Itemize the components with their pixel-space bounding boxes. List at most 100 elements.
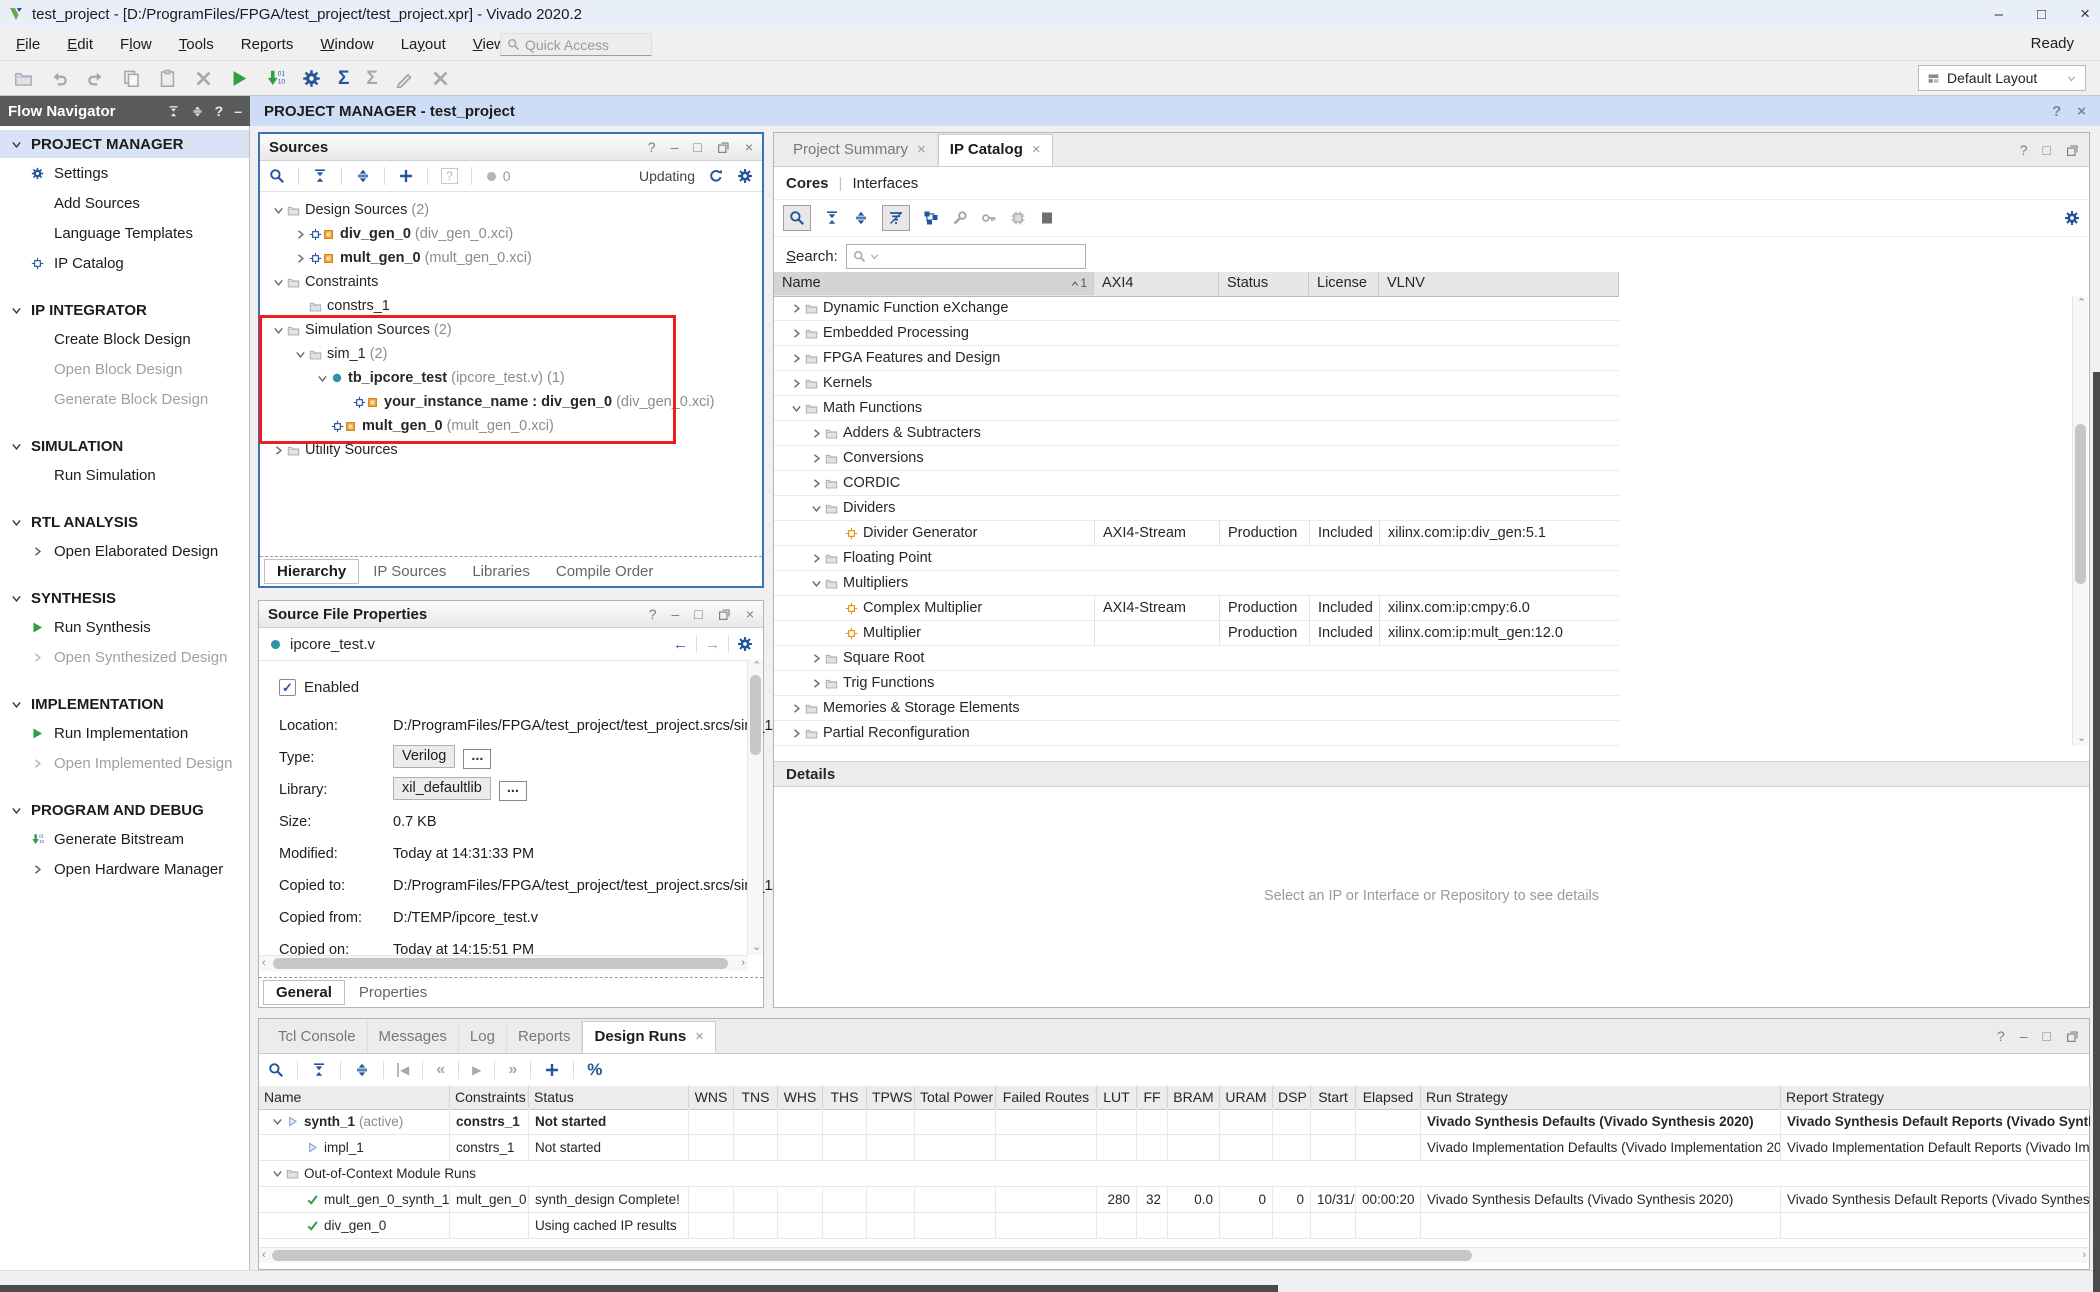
group-by-category-icon[interactable]	[882, 205, 910, 231]
tree-item-sim-1[interactable]: sim_1 (2)	[260, 342, 762, 366]
tab-reports[interactable]: Reports	[507, 1021, 583, 1053]
column-header-wns[interactable]: WNS	[689, 1086, 734, 1108]
column-header-name[interactable]: Name	[259, 1086, 450, 1108]
tab-design-runs[interactable]: Design Runs×	[582, 1021, 715, 1053]
ip-row-divider-generator[interactable]: Divider GeneratorAXI4-StreamProductionIn…	[774, 521, 1619, 546]
tree-item-simulation-sources[interactable]: Simulation Sources (2)	[260, 318, 762, 342]
ip-row-math-functions[interactable]: Math Functions	[774, 396, 1619, 421]
column-header-ff[interactable]: FF	[1137, 1086, 1168, 1108]
refresh-icon[interactable]	[708, 168, 724, 184]
column-header-constraints[interactable]: Constraints	[450, 1086, 529, 1108]
vertical-scrollbar[interactable]: ⌃ ⌄	[747, 659, 763, 955]
tab-compile-order[interactable]: Compile Order	[544, 560, 666, 583]
minimize-panel-icon[interactable]: –	[671, 139, 679, 155]
collapse-all-icon[interactable]	[311, 1062, 327, 1078]
next-run-icon[interactable]: »	[508, 1061, 517, 1079]
run-row-out-of-context-module-runs[interactable]: Out-of-Context Module Runs	[259, 1161, 2091, 1187]
hierarchy-icon[interactable]	[923, 210, 939, 226]
previous-run-icon[interactable]: «	[436, 1061, 445, 1079]
help-icon[interactable]: ?	[2020, 142, 2028, 158]
flow-item-run-implementation[interactable]: Run Implementation	[0, 718, 249, 748]
column-header-start[interactable]: Start	[1311, 1086, 1356, 1108]
run-row-impl-1[interactable]: impl_1constrs_1Not startedVivado Impleme…	[259, 1135, 2091, 1161]
ip-row-dividers[interactable]: Dividers	[774, 496, 1619, 521]
field-value-box[interactable]: xil_defaultlib	[393, 777, 491, 800]
tab-log[interactable]: Log	[459, 1021, 507, 1053]
flow-section-header[interactable]: PROJECT MANAGER	[0, 130, 249, 158]
run-row-div-gen-0[interactable]: div_gen_0Using cached IP results	[259, 1213, 2091, 1239]
ip-row-fpga-features-and-design[interactable]: FPGA Features and Design	[774, 346, 1619, 371]
tree-item-constraints[interactable]: Constraints	[260, 270, 762, 294]
disabled-cancel-icon[interactable]	[431, 69, 450, 88]
scrollbar-thumb[interactable]	[272, 1250, 1472, 1261]
ip-row-square-root[interactable]: Square Root	[774, 646, 1619, 671]
column-header-uram[interactable]: URAM	[1220, 1086, 1273, 1108]
flow-section-header[interactable]: SIMULATION	[0, 432, 249, 460]
collapse-all-icon[interactable]	[312, 168, 328, 184]
settings-icon[interactable]	[302, 69, 321, 88]
flow-item-open-block-design[interactable]: Open Block Design	[0, 354, 249, 384]
menu-file[interactable]: File	[16, 36, 40, 53]
disabled-report-icon[interactable]: Σ	[366, 69, 377, 88]
sources-panel-header[interactable]: Sources ? – □ ×	[260, 134, 762, 161]
expand-all-icon[interactable]	[354, 1062, 370, 1078]
ip-row-partial-reconfiguration[interactable]: Partial Reconfiguration	[774, 721, 1619, 746]
play-run-icon[interactable]: ▶	[472, 1063, 481, 1077]
float-panel-icon[interactable]	[717, 141, 730, 154]
close-window-icon[interactable]: ×	[2080, 4, 2090, 24]
ip-row-floating-point[interactable]: Floating Point	[774, 546, 1619, 571]
help-icon[interactable]: ?	[1997, 1028, 2005, 1044]
collapse-all-icon[interactable]	[167, 105, 180, 118]
scroll-up-icon[interactable]: ⌃	[2077, 298, 2086, 309]
column-header-tns[interactable]: TNS	[734, 1086, 778, 1108]
source-file-properties-header[interactable]: Source File Properties ? – □ ×	[259, 601, 763, 628]
float-panel-icon[interactable]	[2066, 144, 2079, 157]
maximize-panel-icon[interactable]: □	[2043, 1028, 2051, 1044]
flow-section-header[interactable]: IMPLEMENTATION	[0, 690, 249, 718]
tree-item-mult-gen-0[interactable]: mult_gen_0 (mult_gen_0.xci)	[260, 246, 762, 270]
generate-bitstream-icon[interactable]	[266, 69, 285, 88]
scroll-left-icon[interactable]: ‹	[262, 958, 266, 969]
expand-all-icon[interactable]	[355, 168, 371, 184]
minimize-panel-icon[interactable]: –	[234, 103, 242, 119]
redo-icon[interactable]	[86, 69, 105, 88]
ip-row-memories-storage-elements[interactable]: Memories & Storage Elements	[774, 696, 1619, 721]
tab-properties[interactable]: Properties	[347, 981, 439, 1004]
run-row-mult-gen-0-synth-1[interactable]: mult_gen_0_synth_1mult_gen_0synth_design…	[259, 1187, 2091, 1213]
customize-ip-icon[interactable]	[952, 210, 968, 226]
minimize-panel-icon[interactable]: –	[2020, 1028, 2028, 1044]
close-icon[interactable]: ×	[2077, 103, 2086, 120]
flow-item-generate-bitstream[interactable]: Generate Bitstream	[0, 824, 249, 854]
ip-row-multipliers[interactable]: Multipliers	[774, 571, 1619, 596]
close-panel-icon[interactable]: ×	[745, 139, 753, 155]
flow-item-language-templates[interactable]: Language Templates	[0, 218, 249, 248]
flow-item-open-implemented-design[interactable]: Open Implemented Design	[0, 748, 249, 778]
tab-tcl-console[interactable]: Tcl Console	[267, 1021, 368, 1053]
close-tab-icon[interactable]: ×	[1032, 134, 1041, 166]
float-panel-icon[interactable]	[2066, 1030, 2079, 1043]
scrollbar-thumb[interactable]	[2075, 424, 2086, 584]
gear-icon[interactable]	[737, 168, 753, 184]
help-icon[interactable]: ?	[648, 139, 656, 155]
undo-icon[interactable]	[50, 69, 69, 88]
ip-row-complex-multiplier[interactable]: Complex MultiplierAXI4-StreamProductionI…	[774, 596, 1619, 621]
close-tab-icon[interactable]: ×	[695, 1021, 704, 1053]
scroll-down-icon[interactable]: ⌄	[752, 942, 761, 953]
menu-flow[interactable]: Flow	[120, 36, 152, 53]
column-header-dsp[interactable]: DSP	[1273, 1086, 1311, 1108]
maximize-panel-icon[interactable]: □	[693, 139, 701, 155]
disabled-help-icon[interactable]: ?	[441, 168, 458, 184]
column-header-total_power[interactable]: Total Power	[915, 1086, 996, 1108]
flow-item-ip-catalog[interactable]: IP Catalog	[0, 248, 249, 278]
horizontal-scrollbar[interactable]: ‹ ›	[259, 955, 748, 971]
column-header-whs[interactable]: WHS	[778, 1086, 823, 1108]
ip-row-kernels[interactable]: Kernels	[774, 371, 1619, 396]
disabled-edit-icon[interactable]	[395, 69, 414, 88]
ip-row-conversions[interactable]: Conversions	[774, 446, 1619, 471]
first-run-icon[interactable]: ◀	[397, 1063, 409, 1077]
flow-section-header[interactable]: IP INTEGRATOR	[0, 296, 249, 324]
ellipsis-button[interactable]: ...	[499, 781, 527, 801]
tree-item-design-sources[interactable]: Design Sources (2)	[260, 198, 762, 222]
ellipsis-button[interactable]: ...	[463, 749, 491, 769]
layout-selector[interactable]: Default Layout	[1918, 65, 2086, 91]
